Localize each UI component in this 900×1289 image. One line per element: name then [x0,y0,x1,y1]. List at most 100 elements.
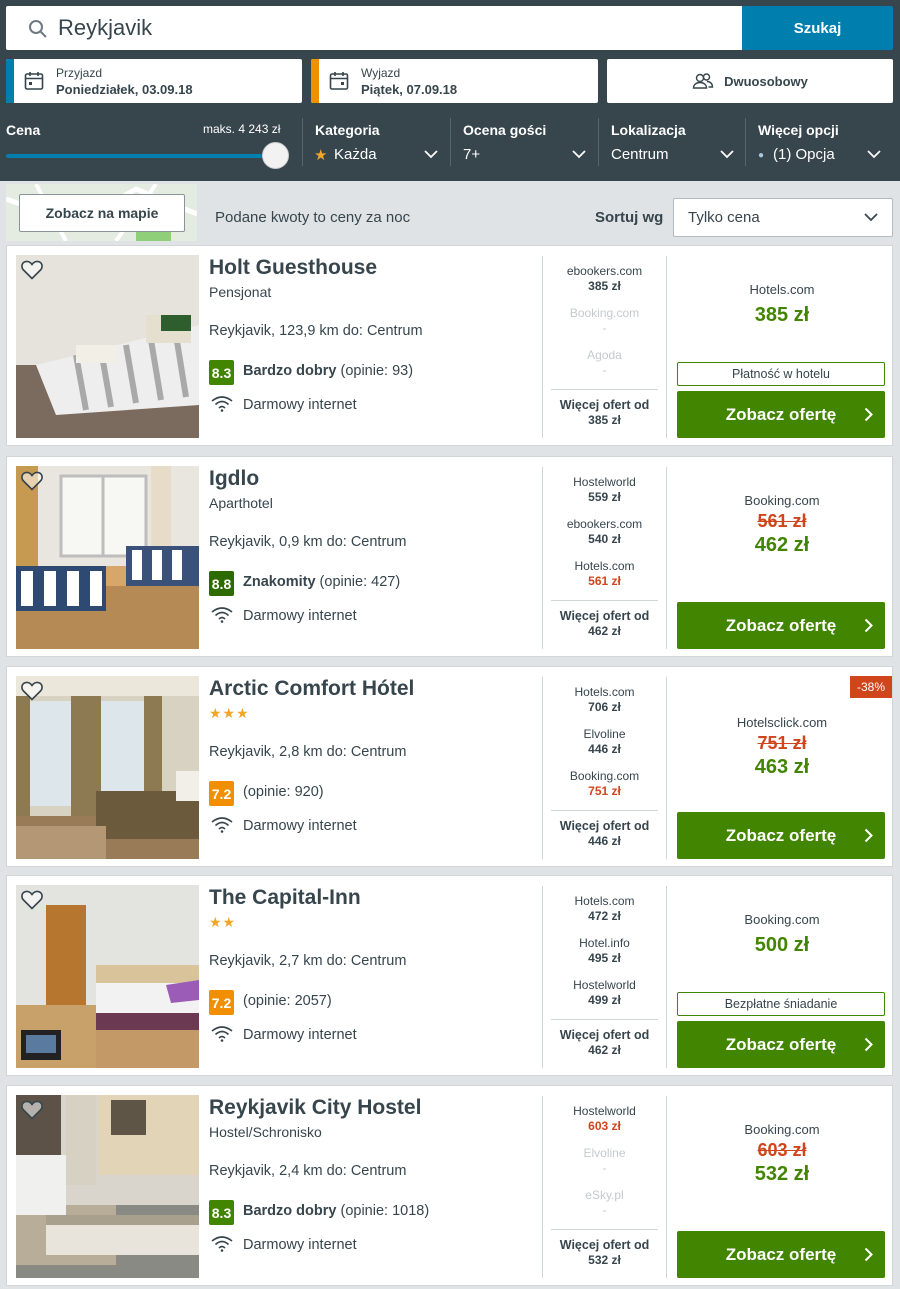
column-divider [666,677,667,859]
column-divider [666,1096,667,1278]
calendar-icon [24,72,44,90]
deal-provider: Booking.com [744,912,820,927]
more-offers-link[interactable]: Więcej ofert od 385 zł [549,398,660,428]
alt-offer-site: Elvoline [583,727,626,741]
deal-perk: Bezpłatne śniadanie [677,992,885,1016]
review-count: (opinie: 1018) [340,1203,430,1219]
hotel-photo[interactable] [16,1095,199,1278]
price-slider-track[interactable] [6,154,276,158]
view-map-button[interactable]: Zobacz na mapie [19,194,185,232]
alt-offer[interactable]: Hostelworld 499 zł [549,978,660,1008]
more-offers-link[interactable]: Więcej ofert od 446 zł [549,819,660,849]
guests-icon [692,73,714,89]
category-filter-value: Każda [334,146,377,163]
chevron-right-icon [864,1247,873,1262]
heart-icon[interactable] [21,1100,43,1120]
sort-select[interactable]: Tylko cena [673,198,893,237]
price-slider-handle[interactable] [262,142,289,169]
heart-icon[interactable] [21,260,43,280]
alt-offer[interactable]: Elvoline - [549,1146,660,1176]
heart-icon[interactable] [21,471,43,491]
filter-divider [302,118,303,166]
hotel-card[interactable]: Reykjavik City Hostel Hostel/Schronisko … [6,1085,893,1286]
alt-offer[interactable]: eSky.pl - [549,1188,660,1218]
alt-offer[interactable]: ebookers.com 540 zł [549,517,660,547]
hotel-card[interactable]: Holt Guesthouse Pensjonat Reykjavik, 123… [6,245,893,446]
rating-word: Bardzo dobry [243,363,337,379]
hotel-name[interactable]: Arctic Comfort Hótel [209,677,414,701]
checkout-field[interactable]: Wyjazd Piątek, 07.09.18 [311,59,598,103]
view-deal-button[interactable]: Zobacz ofertę [677,1231,885,1278]
deal-price: 462 zł [754,534,810,556]
alt-offer-site: ebookers.com [566,517,643,531]
hotel-card[interactable]: Igdlo Aparthotel Reykjavik, 0,9 km do: C… [6,456,893,657]
checkin-field[interactable]: Przyjazd Poniedziałek, 03.09.18 [6,59,302,103]
hotel-photo[interactable] [16,466,199,649]
hotel-name[interactable]: The Capital-Inn [209,886,361,910]
alt-offer-site: Hotels.com [574,685,635,699]
heart-icon[interactable] [21,681,43,701]
hotel-stars: ★★ [209,914,237,930]
alt-offer-site: Hotels.com [574,894,635,908]
hotel-photo[interactable] [16,676,199,859]
hotel-photo[interactable] [16,885,199,1068]
hotel-name[interactable]: Igdlo [209,467,259,491]
calendar-icon [329,72,349,90]
hotel-name[interactable]: Holt Guesthouse [209,256,377,280]
alt-offer[interactable]: Hostelworld 559 zł [549,475,660,505]
deal-price: 532 zł [754,1163,810,1185]
rating-text: (opinie: 920) [243,784,324,800]
offers-divider [551,1229,658,1230]
view-deal-button[interactable]: Zobacz ofertę [677,1021,885,1068]
alt-offer[interactable]: Elvoline 446 zł [549,727,660,757]
search-header: Reykjavik Szukaj Przyjazd Poniedziałek, … [0,0,900,181]
more-offers-price: 446 zł [588,834,621,848]
alt-offer-site: eSky.pl [585,1188,624,1202]
alt-offer[interactable]: Hostelworld 603 zł [549,1104,660,1134]
alt-offer-site: Agoda [587,348,622,362]
hotel-type: Aparthotel [209,495,273,511]
more-offers-link[interactable]: Więcej ofert od 462 zł [549,1028,660,1058]
alt-offer[interactable]: Hotels.com 561 zł [549,559,660,589]
alt-offer[interactable]: Hotels.com 706 zł [549,685,660,715]
offers-divider [551,600,658,601]
room-type-selector[interactable]: Dwuosobowy [607,59,893,103]
hotel-name[interactable]: Reykjavik City Hostel [209,1096,421,1120]
alt-offer[interactable]: ebookers.com 385 zł [549,264,660,294]
view-deal-label: Zobacz ofertę [725,825,837,845]
alt-offer[interactable]: Booking.com 751 zł [549,769,660,799]
sort-label: Sortuj wg [595,209,664,226]
alt-offer-site: Hotels.com [574,559,635,573]
hotel-type: Hostel/Schronisko [209,1124,322,1140]
alt-offer-site: Booking.com [569,769,640,783]
alt-offer[interactable]: Hotel.info 495 zł [549,936,660,966]
alt-offer[interactable]: Booking.com - [549,306,660,336]
search-icon [29,20,47,38]
hotel-card[interactable]: Arctic Comfort Hótel ★★★ Reykjavik, 2,8 … [6,666,893,867]
price-filter-max: maks. 4 243 zł [203,122,281,136]
offers-divider [551,1019,658,1020]
hotel-card[interactable]: The Capital-Inn ★★ Reykjavik, 2,7 km do:… [6,875,893,1076]
view-deal-button[interactable]: Zobacz ofertę [677,812,885,859]
alt-offer-price: 499 zł [588,993,621,1007]
alt-offer-price: - [602,363,607,377]
search-input[interactable]: Reykjavik [6,6,742,50]
column-divider [666,467,667,649]
column-divider [666,886,667,1068]
view-deal-button[interactable]: Zobacz ofertę [677,602,885,649]
alt-offer-price: 446 zł [588,742,621,756]
search-button[interactable]: Szukaj [742,6,893,50]
view-deal-button[interactable]: Zobacz ofertę [677,391,885,438]
alt-offer[interactable]: Hotels.com 472 zł [549,894,660,924]
old-price: 751 zł [757,733,807,753]
alt-offer-site: Hostelworld [573,978,636,992]
column-divider [542,1096,543,1278]
more-offers-link[interactable]: Więcej ofert od 462 zł [549,609,660,639]
more-offers-link[interactable]: Więcej ofert od 532 zł [549,1238,660,1268]
heart-icon[interactable] [21,890,43,910]
hotel-location: Reykjavik, 123,9 km do: Centrum [209,323,423,339]
hotel-photo[interactable] [16,255,199,438]
rating-badge: 7.2 [209,990,234,1015]
column-divider [666,256,667,438]
alt-offer[interactable]: Agoda - [549,348,660,378]
